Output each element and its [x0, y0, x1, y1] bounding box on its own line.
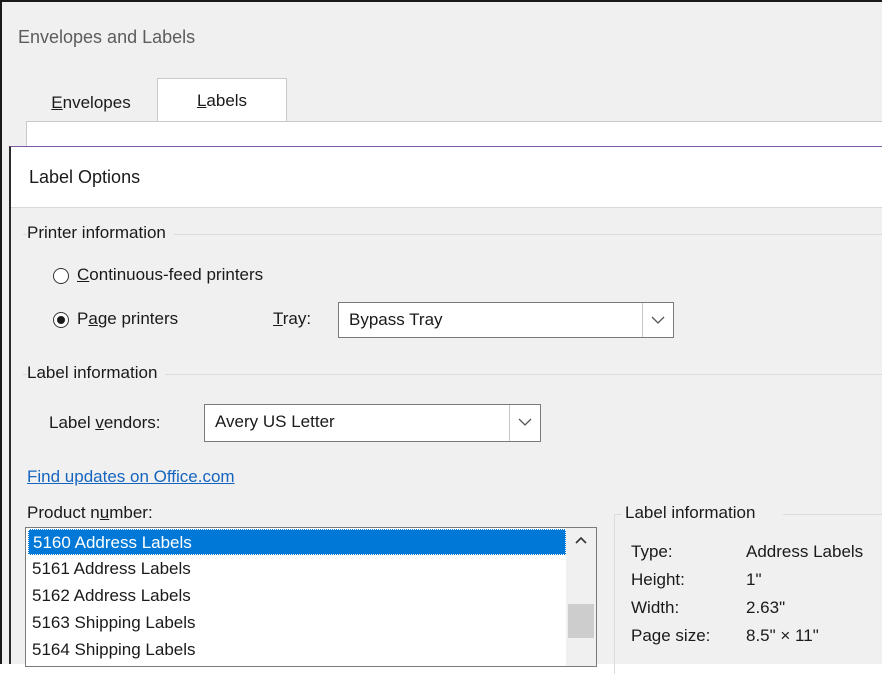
- list-scrollbar[interactable]: [566, 528, 596, 666]
- scroll-up-button[interactable]: [566, 528, 596, 554]
- label-accesskey: v: [95, 413, 104, 432]
- tab-labels[interactable]: Labels: [157, 78, 287, 122]
- tab-label-accesskey: L: [196, 91, 207, 110]
- label-accesskey: a: [88, 309, 98, 328]
- label-accesskey: C: [77, 265, 90, 284]
- label-accesskey: u: [99, 503, 110, 522]
- details-frame-line: [614, 514, 615, 674]
- list-item[interactable]: 5164 Shipping Labels: [28, 637, 566, 663]
- width-key: Width:: [631, 598, 680, 617]
- page-size-value: 8.5" × 11": [746, 626, 819, 645]
- label-options-title: Label Options: [29, 167, 141, 187]
- printer-info-heading: Printer information: [27, 223, 174, 243]
- product-number-list[interactable]: 5160 Address Labels 5161 Address Labels …: [25, 527, 597, 667]
- label-vendors-label: Label vendors:: [49, 413, 161, 433]
- list-item[interactable]: 5160 Address Labels: [28, 529, 566, 555]
- page-printers-radio[interactable]: [53, 312, 69, 328]
- label-info-heading: Label information: [27, 363, 166, 383]
- continuous-feed-label[interactable]: Continuous-feed printers: [77, 265, 263, 285]
- details-frame-line: [614, 514, 622, 515]
- list-item[interactable]: 5162 Address Labels: [28, 583, 566, 609]
- list-item[interactable]: 5161 Address Labels: [28, 556, 566, 582]
- label-part: P: [77, 309, 89, 328]
- page-printers-label[interactable]: Page printers: [77, 309, 178, 329]
- label-options-titlebar: Label Options: [11, 147, 882, 208]
- width-value: 2.63": [746, 598, 786, 617]
- type-value: Address Labels: [746, 542, 864, 561]
- height-value: 1": [746, 570, 762, 589]
- label-vendors-dropdown-button[interactable]: [509, 405, 540, 441]
- tab-strip: Envelopes Labels: [0, 78, 882, 122]
- label-part: Product n: [27, 503, 100, 522]
- label-vendors-dropdown[interactable]: Avery US Letter: [204, 404, 541, 442]
- tray-dropdown[interactable]: Bypass Tray: [338, 302, 674, 338]
- chevron-up-icon: [575, 536, 587, 544]
- page-size-key: Page size:: [631, 626, 711, 645]
- label-part: Label: [49, 413, 96, 432]
- tab-label-part: nvelopes: [62, 93, 131, 112]
- height-key: Height:: [631, 570, 685, 589]
- tray-label: Tray:: [273, 309, 311, 329]
- label-accesskey: T: [273, 309, 283, 328]
- tab-envelopes[interactable]: Envelopes: [26, 84, 156, 122]
- find-updates-link[interactable]: Find updates on Office.com: [27, 467, 235, 487]
- details-frame-line: [783, 514, 882, 515]
- chevron-down-icon: [651, 316, 665, 324]
- label-part: ge printers: [97, 309, 179, 328]
- window-border-top: [0, 0, 882, 2]
- label-details-heading: Label information: [625, 503, 756, 522]
- label-vendors-value: Avery US Letter: [215, 412, 335, 431]
- tab-label-accesskey: E: [51, 93, 63, 112]
- scroll-thumb[interactable]: [568, 604, 594, 638]
- dialog-title: Envelopes and Labels: [18, 27, 196, 47]
- label-part: mber:: [109, 503, 153, 522]
- type-key: Type:: [631, 542, 673, 561]
- label-part: ontinuous-feed printers: [89, 265, 264, 284]
- label-part: ray:: [282, 309, 312, 328]
- continuous-feed-radio[interactable]: [53, 268, 69, 284]
- label-part: endors:: [103, 413, 161, 432]
- tab-label-part: abels: [206, 91, 248, 110]
- tray-dropdown-button[interactable]: [642, 303, 673, 337]
- label-options-dialog: Label Options Printer information Contin…: [9, 146, 882, 674]
- chevron-down-icon: [518, 418, 532, 426]
- list-item[interactable]: 5163 Shipping Labels: [28, 610, 566, 636]
- product-number-label: Product number:: [27, 503, 153, 523]
- tray-value: Bypass Tray: [349, 310, 443, 329]
